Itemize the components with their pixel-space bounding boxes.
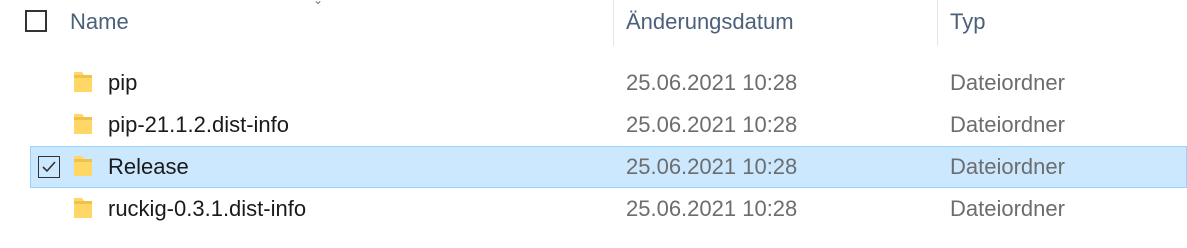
folder-icon — [72, 70, 94, 94]
file-name: Release — [108, 154, 189, 179]
file-type: Dateiordner — [950, 154, 1065, 179]
file-name: pip — [108, 70, 138, 95]
column-header-type[interactable]: Typ — [950, 0, 1180, 46]
file-type: Dateiordner — [950, 196, 1065, 221]
check-icon — [42, 161, 56, 173]
file-date: 25.06.2021 10:28 — [626, 70, 798, 95]
file-name: ruckig-0.3.1.dist-info — [108, 196, 307, 221]
file-type: Dateiordner — [950, 112, 1065, 137]
select-all-checkbox[interactable] — [25, 10, 47, 32]
folder-icon — [72, 196, 94, 220]
column-header-date[interactable]: Änderungsdatum — [626, 0, 926, 46]
folder-icon — [72, 154, 94, 178]
file-date: 25.06.2021 10:28 — [626, 112, 798, 137]
list-item-selected[interactable]: Release 25.06.2021 10:28 Dateiordner — [30, 146, 1187, 188]
column-header-bar: Name ⌄ Änderungsdatum Typ — [0, 0, 1187, 46]
sort-caret-icon: ⌄ — [313, 0, 324, 7]
list-item[interactable]: pip-21.1.2.dist-info 25.06.2021 10:28 Da… — [0, 104, 1187, 146]
file-explorer-list: Name ⌄ Änderungsdatum Typ pip 25.06.2021… — [0, 0, 1187, 248]
column-divider[interactable] — [613, 0, 614, 46]
row-checkbox[interactable] — [38, 156, 60, 178]
file-name: pip-21.1.2.dist-info — [108, 112, 289, 137]
file-date: 25.06.2021 10:28 — [626, 154, 798, 179]
folder-icon — [72, 112, 94, 136]
column-divider[interactable] — [937, 0, 938, 46]
column-header-name[interactable]: Name — [70, 0, 610, 46]
list-item[interactable]: pip 25.06.2021 10:28 Dateiordner — [0, 62, 1187, 104]
list-item[interactable]: ruckig-0.3.1.dist-info 25.06.2021 10:28 … — [0, 188, 1187, 230]
file-list: pip 25.06.2021 10:28 Dateiordner pip-21.… — [0, 62, 1187, 230]
file-date: 25.06.2021 10:28 — [626, 196, 798, 221]
file-type: Dateiordner — [950, 70, 1065, 95]
